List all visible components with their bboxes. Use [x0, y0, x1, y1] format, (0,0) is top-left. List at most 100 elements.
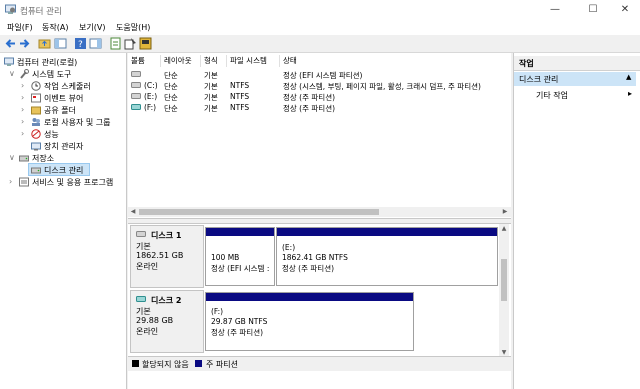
- table-row[interactable]: (E:) 단순 기본 NTFS 정상 (주 파티션): [128, 92, 500, 102]
- refresh-icon[interactable]: [109, 37, 122, 50]
- close-button[interactable]: ✕: [608, 0, 640, 20]
- partition-efi[interactable]: 100 MB 정상 (EFI 시스템 :: [205, 227, 275, 286]
- disk-state: 온라인: [136, 327, 159, 336]
- tree-item-label: 성능: [44, 130, 59, 139]
- minimize-button[interactable]: —: [538, 0, 572, 20]
- expand-icon[interactable]: ›: [21, 128, 29, 140]
- tree-item-label: 시스템 도구: [32, 70, 72, 79]
- menu-action[interactable]: 동작(A): [42, 22, 68, 33]
- scrollbar-thumb[interactable]: [501, 259, 507, 301]
- column-header-layout[interactable]: 레이아웃: [161, 55, 201, 67]
- cell-volume: (E:): [144, 92, 158, 101]
- menu-help[interactable]: 도움말(H): [116, 22, 150, 33]
- tree-item-device-manager[interactable]: 장치 관리자: [0, 140, 126, 152]
- maximize-button[interactable]: ☐: [576, 0, 610, 20]
- actions-title: 작업: [519, 59, 534, 68]
- computer-management-icon: [4, 57, 14, 66]
- show-hide-action-pane-icon[interactable]: [89, 37, 102, 50]
- properties-icon[interactable]: [124, 37, 137, 50]
- show-hide-tree-icon[interactable]: [54, 37, 67, 50]
- table-row[interactable]: 단순 기본 정상 (EFI 시스템 파티션): [128, 70, 500, 80]
- partition-e[interactable]: (E:) 1862.41 GB NTFS 정상 (주 파티션): [276, 227, 498, 286]
- tree-item-label: 디스크 관리: [44, 166, 84, 175]
- primary-partition-bar: [277, 228, 497, 236]
- expand-icon[interactable]: ›: [21, 92, 29, 104]
- tree-item-services[interactable]: › 서비스 및 응용 프로그램: [0, 176, 126, 188]
- title-bar: 컴퓨터 관리 — ☐ ✕: [0, 0, 640, 20]
- partition-f[interactable]: (F:) 29.87 GB NTFS 정상 (주 파티션): [205, 292, 414, 351]
- cell-status: 정상 (시스템, 부팅, 페이지 파일, 활성, 크래시 덤프, 주 파티션): [283, 82, 481, 91]
- up-folder-icon[interactable]: [38, 37, 51, 50]
- partition-label: (F:): [211, 307, 224, 316]
- disk-2-header[interactable]: 디스크 2 기본 29.88 GB 온라인: [130, 290, 204, 353]
- unallocated-swatch: [132, 360, 139, 367]
- column-header-status[interactable]: 상태: [280, 55, 500, 67]
- cell-type: 기본: [204, 71, 218, 80]
- volume-icon: [131, 82, 141, 88]
- cell-filesystem: NTFS: [230, 92, 250, 101]
- cell-volume: (F:): [144, 103, 157, 112]
- action-more-actions[interactable]: 기타 작업 ▸: [514, 89, 636, 102]
- cell-filesystem: NTFS: [230, 81, 250, 90]
- scroll-up-icon[interactable]: ▲: [499, 225, 509, 232]
- expand-icon[interactable]: ›: [21, 104, 29, 116]
- tree-item-local-users[interactable]: › 로컬 사용자 및 그룹: [0, 116, 126, 128]
- disk-map-vertical-scrollbar[interactable]: ▲ ▼: [499, 224, 509, 359]
- expand-icon[interactable]: ›: [21, 80, 29, 92]
- menu-file[interactable]: 파일(F): [7, 22, 33, 33]
- column-header-filesystem[interactable]: 파일 시스템: [227, 55, 280, 67]
- tree-item-root[interactable]: 컴퓨터 관리(로컬): [0, 56, 126, 68]
- table-row[interactable]: (F:) 단순 기본 NTFS 정상 (주 파티션): [128, 103, 500, 113]
- tree-item-shared-folders[interactable]: › 공유 폴더: [0, 104, 126, 116]
- window-title: 컴퓨터 관리: [20, 7, 62, 17]
- disk-properties-icon[interactable]: [139, 37, 152, 50]
- tree-item-task-scheduler[interactable]: › 작업 스케줄러: [0, 80, 126, 92]
- volume-list-horizontal-scrollbar[interactable]: ◀ ▶: [128, 207, 511, 217]
- help-icon[interactable]: ?: [74, 37, 87, 50]
- tree-item-performance[interactable]: › 성능: [0, 128, 126, 140]
- partition-label: (E:): [282, 243, 296, 252]
- cell-layout: 단순: [164, 93, 178, 102]
- scroll-left-icon[interactable]: ◀: [128, 208, 138, 215]
- column-header-type[interactable]: 형식: [201, 55, 227, 67]
- removable-disk-icon: [136, 296, 146, 302]
- partition-size: 29.87 GB NTFS: [211, 317, 268, 326]
- legend-unallocated: 할당되지 않음: [142, 360, 189, 369]
- back-icon[interactable]: [4, 37, 17, 50]
- disk-1-header[interactable]: 디스크 1 기본 1862.51 GB 온라인: [130, 225, 204, 288]
- expand-icon[interactable]: ›: [9, 176, 17, 188]
- primary-partition-swatch: [195, 360, 202, 367]
- tree-item-system-tools[interactable]: ∨ 시스템 도구: [0, 68, 126, 80]
- table-row[interactable]: (C:) 단순 기본 NTFS 정상 (시스템, 부팅, 페이지 파일, 활성,…: [128, 81, 500, 91]
- menu-view[interactable]: 보기(V): [79, 22, 105, 33]
- partition-status: 정상 (EFI 시스템 :: [211, 264, 270, 273]
- toolbar: ?: [0, 35, 640, 53]
- clock-icon: [31, 81, 41, 91]
- tree-item-event-viewer[interactable]: › 이벤트 뷰어: [0, 92, 126, 104]
- tree-item-disk-management[interactable]: 디스크 관리: [28, 163, 90, 176]
- collapse-icon[interactable]: ∨: [9, 68, 17, 80]
- cell-type: 기본: [204, 104, 218, 113]
- disk-name: 디스크 2: [151, 296, 182, 305]
- scroll-right-icon[interactable]: ▶: [500, 208, 510, 215]
- partition-status: 정상 (주 파티션): [211, 328, 264, 337]
- actions-section-label: 디스크 관리: [519, 75, 559, 84]
- scroll-down-icon[interactable]: ▼: [499, 349, 509, 356]
- users-icon: [32, 118, 40, 126]
- tree-item-label: 컴퓨터 관리(로컬): [17, 58, 78, 67]
- forward-icon[interactable]: [18, 37, 31, 50]
- cell-type: 기본: [204, 82, 218, 91]
- cell-volume: (C:): [144, 81, 158, 90]
- legend-primary: 주 파티션: [206, 360, 238, 369]
- scrollbar-thumb[interactable]: [139, 209, 379, 215]
- pane-splitter[interactable]: [128, 218, 511, 224]
- action-label: 기타 작업: [536, 91, 568, 100]
- actions-section-disk-management[interactable]: 디스크 관리 ▲: [514, 72, 636, 86]
- expand-icon[interactable]: ›: [21, 116, 29, 128]
- disk-size: 1862.51 GB: [136, 251, 184, 260]
- partition-status: 정상 (주 파티션): [282, 264, 335, 273]
- collapse-up-icon[interactable]: ▲: [626, 73, 631, 81]
- column-header-volume[interactable]: 볼륨: [128, 55, 161, 67]
- collapse-icon[interactable]: ∨: [9, 152, 17, 164]
- primary-partition-bar: [206, 228, 274, 236]
